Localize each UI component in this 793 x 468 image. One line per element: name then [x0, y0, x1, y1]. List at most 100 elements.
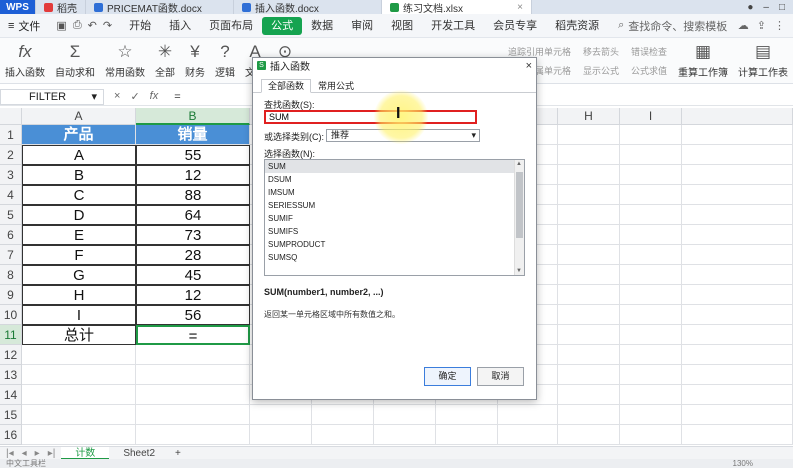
- recalc-workbook-button[interactable]: ▦ 重算工作簿: [673, 38, 733, 83]
- cell[interactable]: [620, 245, 682, 265]
- cell[interactable]: [558, 125, 620, 145]
- cell[interactable]: [620, 205, 682, 225]
- cell[interactable]: [312, 425, 374, 445]
- close-icon[interactable]: ×: [526, 60, 532, 72]
- row-header[interactable]: 6: [0, 225, 22, 245]
- cell[interactable]: [682, 165, 793, 185]
- add-sheet-button[interactable]: +: [169, 447, 187, 460]
- cell[interactable]: [558, 145, 620, 165]
- cell[interactable]: [682, 405, 793, 425]
- row-header[interactable]: 9: [0, 285, 22, 305]
- cancel-button[interactable]: 取消: [477, 367, 524, 386]
- save-icon[interactable]: ▣: [56, 19, 66, 32]
- share-icon[interactable]: ⇪: [757, 19, 766, 32]
- cell[interactable]: [682, 225, 793, 245]
- tab-all-functions[interactable]: 全部函数: [261, 79, 312, 93]
- cell[interactable]: [498, 425, 558, 445]
- select-all-corner[interactable]: [0, 108, 22, 125]
- cell[interactable]: 12: [136, 165, 250, 185]
- tab-daoke[interactable]: 稻壳: [36, 0, 86, 14]
- menu-home[interactable]: 开始: [120, 14, 160, 38]
- tab-practice-xlsx[interactable]: 练习文档.xlsx ×: [382, 0, 532, 14]
- cell[interactable]: [620, 345, 682, 365]
- list-item[interactable]: SUM: [265, 160, 514, 173]
- cell[interactable]: [682, 125, 793, 145]
- cell[interactable]: H: [22, 285, 136, 305]
- cell[interactable]: [682, 185, 793, 205]
- row-header[interactable]: 10: [0, 305, 22, 325]
- cell[interactable]: [620, 285, 682, 305]
- cell[interactable]: [250, 425, 312, 445]
- row-header[interactable]: 3: [0, 165, 22, 185]
- close-tab-icon[interactable]: ×: [517, 2, 523, 13]
- logic-button[interactable]: ? 逻辑: [210, 38, 240, 83]
- cell[interactable]: 总计: [22, 325, 136, 345]
- cell[interactable]: [682, 345, 793, 365]
- cell[interactable]: [558, 305, 620, 325]
- cell[interactable]: [620, 125, 682, 145]
- more-icon[interactable]: ⋮: [774, 19, 785, 32]
- cell[interactable]: [22, 385, 136, 405]
- cell[interactable]: [682, 265, 793, 285]
- cloud-icon[interactable]: ☁: [738, 19, 749, 32]
- cell[interactable]: [682, 245, 793, 265]
- cell[interactable]: =: [136, 325, 250, 345]
- autosum-button[interactable]: Σ 自动求和: [50, 38, 100, 83]
- formula-content[interactable]: =: [168, 91, 180, 103]
- cell[interactable]: [558, 365, 620, 385]
- menu-view[interactable]: 视图: [382, 14, 422, 38]
- cell[interactable]: [374, 425, 436, 445]
- cell[interactable]: D: [22, 205, 136, 225]
- list-item[interactable]: SUMPRODUCT: [265, 238, 514, 251]
- undo-icon[interactable]: ↶: [88, 19, 97, 32]
- column-header-i[interactable]: I: [620, 108, 682, 125]
- avatar[interactable]: ●: [747, 2, 753, 13]
- tab-pricemat-doc[interactable]: PRICEMAT函数.docx: [86, 0, 234, 14]
- maximize-icon[interactable]: □: [779, 2, 785, 13]
- menu-insert[interactable]: 插入: [160, 14, 200, 38]
- row-header[interactable]: 7: [0, 245, 22, 265]
- cell[interactable]: [620, 145, 682, 165]
- column-header-a[interactable]: A: [22, 108, 136, 125]
- cell[interactable]: [436, 425, 498, 445]
- first-sheet-icon[interactable]: |◂: [6, 448, 14, 459]
- cell[interactable]: [22, 345, 136, 365]
- column-header-b[interactable]: B: [136, 108, 250, 125]
- prev-sheet-icon[interactable]: ◂: [22, 448, 27, 459]
- cell[interactable]: [620, 225, 682, 245]
- evaluate-formula-button[interactable]: 公式求值: [631, 64, 667, 77]
- cell[interactable]: [620, 325, 682, 345]
- list-item[interactable]: IMSUM: [265, 186, 514, 199]
- cell[interactable]: [682, 285, 793, 305]
- cancel-edit-icon[interactable]: ×: [114, 90, 120, 103]
- cell[interactable]: [558, 265, 620, 285]
- cell[interactable]: [620, 365, 682, 385]
- row-header[interactable]: 13: [0, 365, 22, 385]
- cell[interactable]: [136, 425, 250, 445]
- cell[interactable]: A: [22, 145, 136, 165]
- cell[interactable]: [498, 405, 558, 425]
- row-header[interactable]: 4: [0, 185, 22, 205]
- print-icon[interactable]: ⎙: [73, 19, 82, 32]
- cell[interactable]: 64: [136, 205, 250, 225]
- cell[interactable]: [682, 365, 793, 385]
- menu-developer[interactable]: 开发工具: [422, 14, 484, 38]
- cell[interactable]: [558, 245, 620, 265]
- list-item[interactable]: SUMIF: [265, 212, 514, 225]
- cell[interactable]: [374, 405, 436, 425]
- confirm-edit-icon[interactable]: ✓: [130, 90, 139, 103]
- row-header[interactable]: 8: [0, 265, 22, 285]
- list-item[interactable]: SUMIFS: [265, 225, 514, 238]
- calc-sheet-button[interactable]: ▤ 计算工作表: [733, 38, 793, 83]
- fx-icon[interactable]: fx: [150, 90, 159, 103]
- cell[interactable]: [620, 405, 682, 425]
- cell[interactable]: [682, 305, 793, 325]
- status-left[interactable]: 中文工具栏: [6, 459, 46, 468]
- cell[interactable]: 45: [136, 265, 250, 285]
- cell[interactable]: [136, 405, 250, 425]
- insert-function-button[interactable]: fx 插入函数: [0, 38, 50, 83]
- cell[interactable]: [250, 405, 312, 425]
- wps-home-tab[interactable]: WPS: [0, 0, 36, 14]
- remove-arrows-button[interactable]: 移去箭头: [583, 45, 619, 58]
- scroll-up-icon[interactable]: ▲: [516, 161, 522, 167]
